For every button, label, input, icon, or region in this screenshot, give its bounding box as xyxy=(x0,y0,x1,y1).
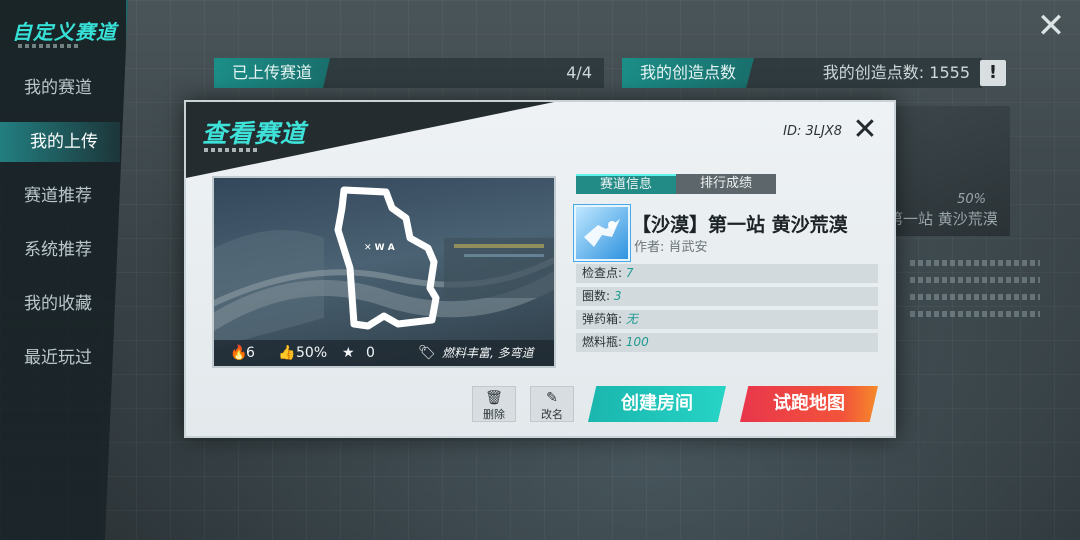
like-rate: 50% xyxy=(296,345,328,361)
tab-leaderboard[interactable]: 排行成绩 xyxy=(676,174,776,194)
sidebar-item-my-tracks[interactable]: 我的赛道 xyxy=(0,68,120,108)
info-value: 无 xyxy=(625,312,638,326)
uploaded-label: 已上传赛道 xyxy=(214,58,331,88)
info-row-fuel: 燃料瓶: 100 xyxy=(576,333,878,352)
rename-button[interactable]: ✎ 改名 xyxy=(530,386,574,422)
plays-icon: 🔥 xyxy=(230,345,248,361)
track-badge-icon xyxy=(574,205,630,261)
sidebar-title: 自定义赛道 xyxy=(12,20,117,44)
tag-icon: 🏷 xyxy=(418,345,436,361)
info-value: 3 xyxy=(613,289,622,303)
tab-track-info[interactable]: 赛道信息 xyxy=(576,174,676,194)
info-label: 检查点: xyxy=(582,266,623,280)
background-card-percent: 50% xyxy=(957,192,986,207)
create-room-button[interactable]: 创建房间 xyxy=(588,386,726,422)
page-close-icon[interactable]: ✕ xyxy=(1036,9,1066,43)
uploaded-bar: 已上传赛道 4/4 xyxy=(214,58,604,88)
plays-count: 6 xyxy=(246,345,255,361)
track-author: 作者: 肖武安 xyxy=(634,240,708,255)
points-bar: 我的创造点数 我的创造点数: 1555 xyxy=(622,58,982,88)
info-tabs: 赛道信息 排行成绩 xyxy=(576,174,776,194)
track-id: ID: 3LJX8 xyxy=(783,124,842,139)
background-decoration xyxy=(910,260,1040,328)
info-value: 7 xyxy=(625,266,634,280)
track-preview: ✕ W A 🔥 6 👍 50% ★ 0 🏷 燃料丰富, 多弯道 xyxy=(212,176,556,368)
info-label: 弹药箱: xyxy=(582,312,623,326)
info-row-laps: 圈数: 3 xyxy=(576,287,878,306)
points-tag: 我的创造点数 xyxy=(622,58,755,88)
sidebar-item-recommended[interactable]: 赛道推荐 xyxy=(0,176,120,216)
delete-label: 删除 xyxy=(483,408,505,421)
dialog-close-icon[interactable]: ✕ xyxy=(850,115,880,146)
delete-button[interactable]: 🗑 删除 xyxy=(472,386,516,422)
info-value: 100 xyxy=(625,335,649,349)
start-marker: ✕ W A xyxy=(364,243,395,253)
background-card-name: 第一站 黄沙荒漠 xyxy=(888,210,998,228)
rename-label: 改名 xyxy=(541,408,563,421)
sidebar-title-decoration xyxy=(18,44,78,48)
preview-stats-bar: 🔥 6 👍 50% ★ 0 🏷 燃料丰富, 多弯道 xyxy=(214,340,554,366)
sidebar-item-system[interactable]: 系统推荐 xyxy=(0,230,120,270)
pencil-icon: ✎ xyxy=(546,390,558,406)
sidebar-item-favorites[interactable]: 我的收藏 xyxy=(0,284,120,324)
trash-icon: 🗑 xyxy=(485,390,503,406)
info-row-checkpoints: 检查点: 7 xyxy=(576,264,878,283)
info-label: 燃料瓶: xyxy=(582,335,623,349)
test-run-button[interactable]: 试跑地图 xyxy=(740,386,878,422)
like-icon: 👍 xyxy=(278,345,296,361)
dialog-title: 查看赛道 xyxy=(202,119,307,148)
view-track-dialog: 查看赛道 ID: 3LJX8 ✕ ✕ W A 🔥 6 👍 50% ★ 0 🏷 燃… xyxy=(184,100,896,438)
sidebar-item-my-uploads[interactable]: 我的上传 xyxy=(0,122,120,162)
info-label: 圈数: xyxy=(582,289,611,303)
info-row-ammo: 弹药箱: 无 xyxy=(576,310,878,329)
star-icon: ★ xyxy=(342,345,355,361)
track-tags: 燃料丰富, 多弯道 xyxy=(442,346,534,360)
uploaded-count: 4/4 xyxy=(566,63,592,82)
alert-icon[interactable]: ! xyxy=(980,60,1006,86)
dialog-title-decoration xyxy=(204,148,258,152)
track-name: 【沙漠】第一站 黄沙荒漠 xyxy=(632,214,848,236)
points-text: 我的创造点数: 1555 xyxy=(822,63,970,82)
star-count: 0 xyxy=(366,345,375,361)
background-track-card[interactable]: 50% 第一站 黄沙荒漠 xyxy=(880,106,1010,236)
sidebar-item-recent[interactable]: 最近玩过 xyxy=(0,338,120,378)
